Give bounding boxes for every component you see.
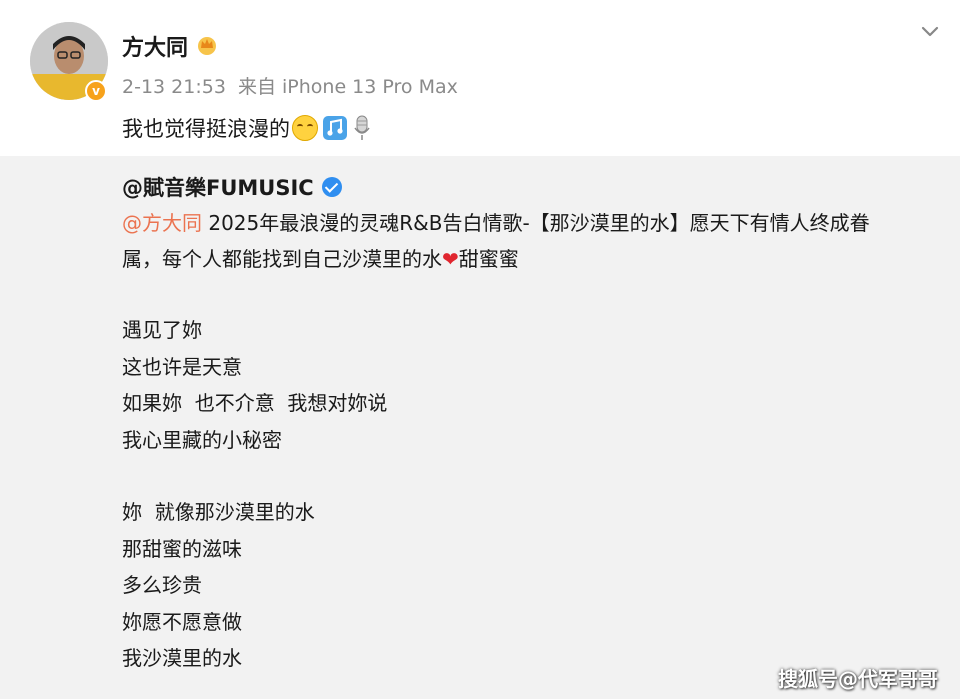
repost-body-line1: 2025年最浪漫的灵魂R&B告白情歌-【那沙漠里的水】愿天下有情人终成眷 [202,211,870,235]
watermark: 搜狐号@代军哥哥 [778,667,938,691]
repost-body: @方大同 2025年最浪漫的灵魂R&B告白情歌-【那沙漠里的水】愿天下有情人终成… [122,205,922,277]
lyric-line: 我心里藏的小秘密 [122,427,282,452]
repost-body-tail: 甜蜜蜜 [458,247,519,271]
chevron-down-icon[interactable] [916,18,944,46]
post-author-name[interactable]: 方大同 [122,30,188,62]
post-text: 我也觉得挺浪漫的 [122,117,290,141]
post-text-row: 我也觉得挺浪漫的 [122,113,372,143]
lyric-line: 妳愿不愿意做 [122,609,242,634]
verified-badge-icon: v [85,80,107,102]
lyric-line: 如果妳 也不介意 我想对妳说 [122,391,388,415]
repost-author-name: @賦音樂FUMUSIC [122,176,314,200]
verified-blue-icon [321,177,342,197]
post-meta: 2-13 21:53 来自 iPhone 13 Pro Max [122,72,458,99]
post-date: 2-13 21:53 [122,76,226,98]
post-header: v 方大同 2-13 21:53 来自 iPhone 13 Pro Max 我也… [0,0,960,156]
microphone-icon [354,115,370,140]
smile-emoji-icon [292,115,318,141]
lyric-line: 那甜蜜的滋味 [122,536,242,561]
lyric-line: 妳 就像那沙漠里的水 [122,500,315,524]
lyric-line: 多么珍贵 [122,573,202,597]
lyric-line: 我沙漠里的水 [122,646,242,670]
repost-body-line2: 属，每个人都能找到自己沙漠里的水 [122,247,442,271]
lyrics-block: 遇见了妳 这也许是天意 如果妳 也不介意 我想对妳说 我心里藏的小秘密 妳 就像… [122,312,387,677]
lyric-line: 遇见了妳 [122,318,202,342]
mention-link[interactable]: @方大同 [122,211,202,235]
post-source: 来自 iPhone 13 Pro Max [237,76,458,98]
stanza-gap [122,458,387,494]
music-note-icon [323,116,347,140]
heart-icon: ❤ [442,247,459,271]
repost-author[interactable]: @賦音樂FUMUSIC [122,172,342,202]
lyric-line: 这也许是天意 [122,354,242,379]
crown-icon [198,37,216,55]
